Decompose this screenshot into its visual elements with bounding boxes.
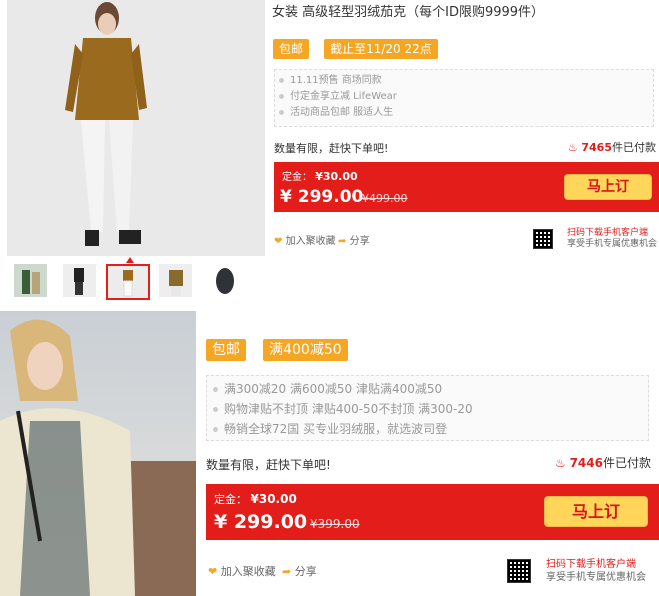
bullet-icon [213,407,218,412]
deposit-label: 定金： [214,493,247,506]
heart-icon: ❤ [274,236,283,247]
thumbnail-image [108,266,148,298]
paid-count-number: 7446 [569,456,603,470]
thumbnail-image [159,264,192,297]
heart-icon: ❤ [208,565,218,578]
share-arrow-icon: ➦ [338,236,347,247]
promo-notes: 11.11预售 商场同款 付定金享立减 LifeWear 活动商品包邮 服适人生 [274,69,654,127]
note-text: 满300减20 满600减50 津贴满400减50 [224,382,443,396]
tag-discount: 满400减50 [263,339,348,361]
thumbnail-3-selected[interactable] [106,264,150,300]
favorite-button-2[interactable]: ❤ 加入聚收藏 [208,563,276,579]
qr-text-primary: 扫码下载手机客户端 [546,559,636,570]
app-download-promo: 扫码下载手机客户端 享受手机专属优惠机会 [567,228,657,250]
deposit-label: 定金： [282,172,312,183]
original-price: ¥499.00 [362,192,408,205]
thumbnail-5[interactable] [208,264,241,297]
qr-text-secondary: 享受手机专属优惠机会 [546,572,646,583]
favorite-label: 加入聚收藏 [285,236,336,247]
limited-stock-text-2: 数量有限，赶快下单吧! [206,458,331,472]
note-row: 付定金享立减 LifeWear [279,89,653,105]
price-value: ¥ 299.00 [280,187,364,207]
paid-count-number: 7465 [581,141,612,154]
share-button-2[interactable]: ➦ 分享 [282,563,317,579]
note-text: 畅销全球72国 买专业羽绒服，就选波司登 [224,422,448,436]
qr-code-icon [507,559,531,583]
paid-count-suffix: 件已付款 [602,456,651,470]
fire-icon: ♨ [568,141,578,154]
product-main-image-2 [0,311,196,596]
note-text: 付定金享立减 LifeWear [290,91,397,102]
bullet-icon [213,427,218,432]
share-arrow-icon: ➦ [282,565,292,578]
thumbnail-1[interactable] [14,264,47,297]
tag-free-shipping: 包邮 [206,339,246,361]
share-label: 分享 [294,565,317,578]
thumbnail-image [14,264,47,297]
deposit-value: ¥30.00 [315,170,358,183]
product-title: 女装 高级轻型羽绒茄克（每个ID限购9999件） [272,5,545,20]
note-row: 购物津贴不封顶 津贴400-50不封顶 满300-20 [213,399,648,419]
deposit-row: 定金： ¥30.00 [214,491,297,507]
fire-icon: ♨ [554,456,566,470]
caret-up-icon [126,257,134,263]
deposit-value: ¥30.00 [250,492,297,506]
model-photo-illustration [7,0,265,256]
price-bar-2: 定金： ¥30.00 ¥ 299.00 ¥399.00 马上订 [206,484,659,540]
limited-stock-text: 数量有限，赶快下单吧! [274,142,389,155]
product-main-image [7,0,265,256]
promo-notes-2: 满300减20 满600减50 津贴满400减50 购物津贴不封顶 津贴400-… [206,375,649,441]
buy-now-button[interactable]: 马上订 [564,174,652,200]
price-bar: 定金： ¥30.00 ¥ 299.00 ¥499.00 马上订 [274,162,659,212]
thumbnail-image [63,264,96,297]
thumbnail-strip [14,257,244,300]
bullet-icon [279,77,284,83]
paid-count: ♨ 7465件已付款 [568,139,656,155]
paid-count-suffix: 件已付款 [612,141,656,154]
thumbnail-4[interactable] [159,264,192,297]
favorite-button[interactable]: ❤ 加入聚收藏 [274,232,336,247]
thumbnail-2[interactable] [63,264,96,297]
promo-tags-2: 包邮 满400减50 [206,339,348,361]
thumbnail-image [216,268,234,294]
model-photo-illustration [0,311,196,596]
bullet-icon [279,93,284,99]
note-row: 满300减20 满600减50 津贴满400减50 [213,379,648,399]
paid-count-2: ♨ 7446件已付款 [555,454,651,471]
app-download-promo-2: 扫码下载手机客户端 享受手机专属优惠机会 [546,558,646,584]
favorite-label: 加入聚收藏 [220,565,276,578]
note-row: 活动商品包邮 服适人生 [279,105,653,121]
price-value: ¥ 299.00 [214,511,308,533]
promo-tags: 包邮 截止至11/20 22点 [273,38,438,59]
note-row: 畅销全球72国 买专业羽绒服，就选波司登 [213,419,648,439]
bullet-icon [213,387,218,392]
tag-deadline: 截止至11/20 22点 [324,39,438,59]
qr-text-secondary: 享受手机专属优惠机会 [567,239,658,249]
bullet-icon [279,109,284,115]
note-text: 11.11预售 商场同款 [290,75,382,86]
qr-text-primary: 扫码下载手机客户端 [567,228,649,238]
qr-code-icon [533,229,553,249]
note-text: 购物津贴不封顶 津贴400-50不封顶 满300-20 [224,402,473,416]
tag-free-shipping: 包邮 [273,39,310,59]
share-button[interactable]: ➦ 分享 [338,232,370,247]
note-text: 活动商品包邮 服适人生 [290,107,394,118]
deposit-row: 定金： ¥30.00 [282,168,358,183]
buy-now-button[interactable]: 马上订 [544,496,648,527]
original-price: ¥399.00 [310,517,360,531]
note-row: 11.11预售 商场同款 [279,73,653,89]
share-label: 分享 [349,236,370,247]
